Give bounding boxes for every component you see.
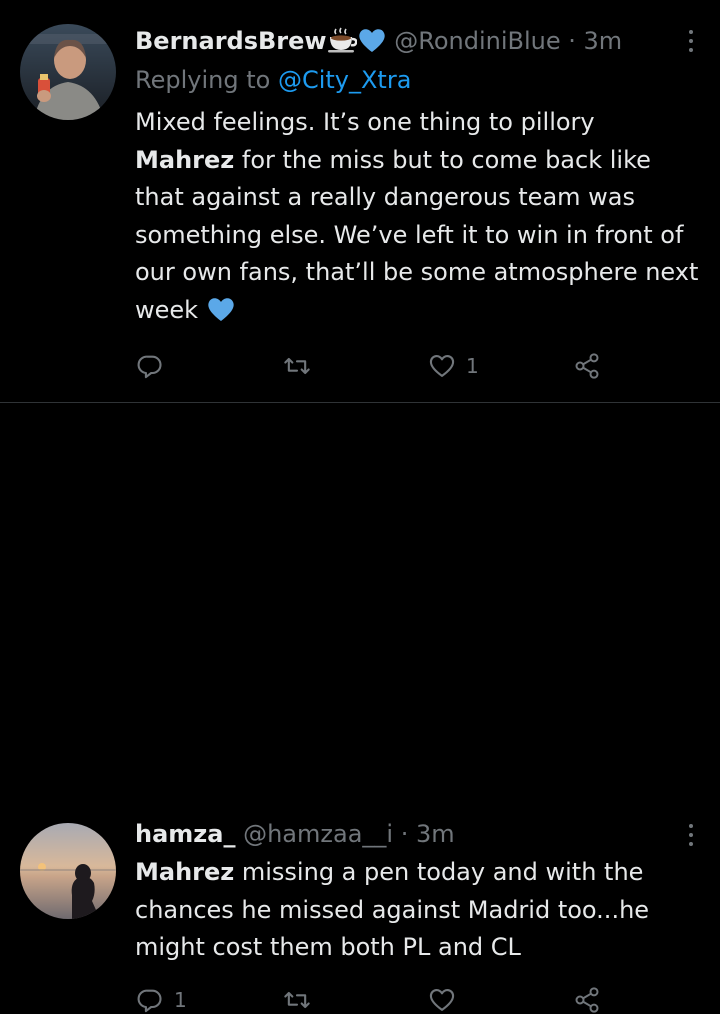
author-name[interactable]: hamza_	[135, 820, 235, 848]
blue-heart-icon	[357, 27, 387, 61]
retweet-button[interactable]	[282, 352, 322, 380]
retweet-icon	[284, 357, 310, 375]
share-icon	[575, 987, 599, 1013]
reply-button[interactable]	[136, 352, 174, 380]
tweet-header: hamza_ @hamzaa__i · 3m	[135, 818, 455, 850]
like-button[interactable]	[428, 986, 466, 1014]
tweet-text: Mahrez missing a pen today and with the …	[135, 854, 705, 967]
avatar[interactable]	[20, 24, 116, 120]
tweet-text-bold: Mahrez	[135, 858, 235, 886]
reply-icon	[137, 989, 162, 1013]
separator: ·	[400, 820, 409, 848]
like-icon	[429, 989, 455, 1011]
more-icon[interactable]	[688, 30, 694, 57]
author-name[interactable]: BernardsBrew	[135, 27, 327, 55]
tweet[interactable]: BernardsBrew @RondiniBlue · 3m Replying …	[0, 0, 720, 402]
reply-button[interactable]: 1	[136, 986, 187, 1014]
avatar[interactable]	[20, 823, 116, 919]
like-button[interactable]: 1	[428, 352, 479, 380]
blue-heart-icon	[206, 296, 236, 334]
more-icon[interactable]	[688, 824, 694, 851]
separator: ·	[568, 27, 576, 55]
author-handle[interactable]: @hamzaa__i	[243, 820, 393, 848]
author-handle[interactable]: @RondiniBlue	[394, 27, 560, 55]
replying-prefix: Replying to	[135, 66, 271, 94]
share-button[interactable]	[572, 986, 602, 1014]
timestamp[interactable]: 3m	[584, 27, 623, 55]
like-icon	[429, 355, 455, 377]
mention-link[interactable]: @City_Xtra	[278, 66, 411, 94]
tweet[interactable]: hamza_ @hamzaa__i · 3m Mahrez missing a …	[0, 402, 720, 1013]
replying-to: Replying to @City_Xtra	[135, 64, 411, 96]
hot-beverage-icon	[327, 27, 357, 61]
tweet-header: BernardsBrew @RondiniBlue · 3m	[135, 25, 622, 61]
retweet-icon	[284, 991, 310, 1009]
tweet-text: Mixed feelings. It’s one thing to pillor…	[135, 104, 705, 334]
reply-icon	[137, 355, 162, 379]
retweet-button[interactable]	[282, 986, 322, 1014]
reply-count: 1	[174, 988, 187, 1012]
like-count: 1	[466, 354, 479, 378]
share-icon	[575, 353, 599, 379]
tweet-text-part: Mixed feelings. It’s one thing to pillor…	[135, 108, 595, 136]
tweet-text-bold: Mahrez	[135, 145, 235, 174]
timestamp[interactable]: 3m	[416, 820, 455, 848]
share-button[interactable]	[572, 352, 602, 380]
